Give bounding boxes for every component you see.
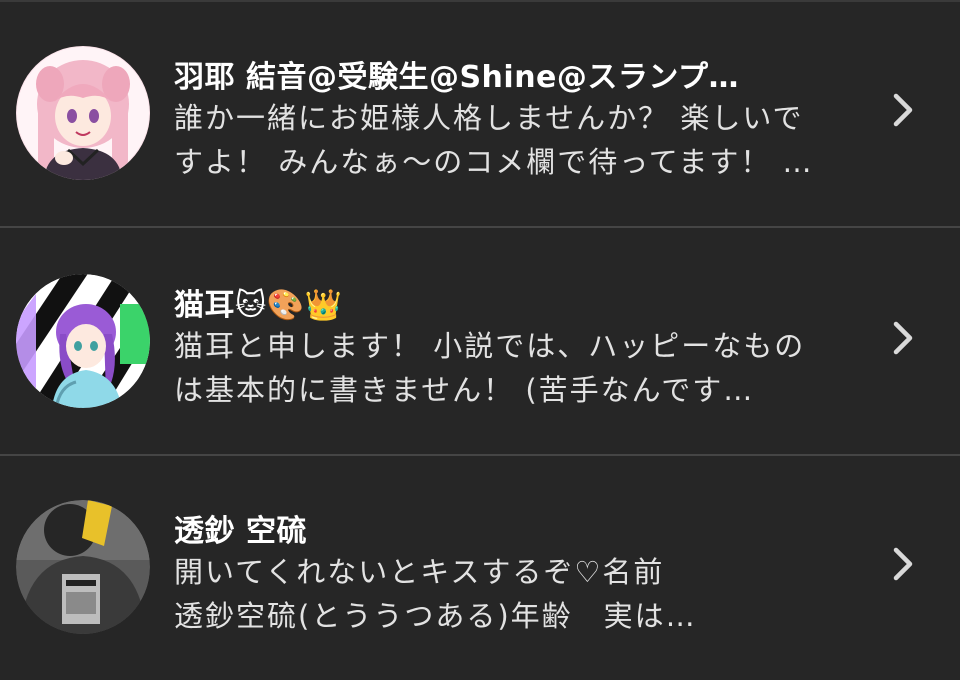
user-list-item[interactable]: 羽耶 結音@受験生@Shine@スランプ… 誰か一緒にお姫様人格しませんか？ 楽…	[0, 0, 960, 226]
user-list: 羽耶 結音@受験生@Shine@スランプ… 誰か一緒にお姫様人格しませんか？ 楽…	[0, 0, 960, 680]
avatar	[16, 46, 150, 180]
avatar	[16, 274, 150, 408]
user-description: 開いてくれないとキスするぞ♡名前 透鈔空硫(とううつある)年齢 実は…	[174, 555, 697, 633]
user-list-item[interactable]: 猫耳🐱🎨👑 猫耳と申します！ 小説では、ハッピーなもの は基本的に書きません！ …	[0, 228, 960, 454]
user-name: 透鈔 空硫	[174, 514, 307, 549]
user-name: 羽耶 結音@受験生@Shine@スランプ…	[174, 60, 739, 95]
chevron-right-icon	[888, 90, 918, 130]
user-description: 誰か一緒にお姫様人格しませんか？ 楽しいで すよ！ みんなぁ〜のコメ欄で待ってま…	[174, 101, 814, 179]
user-list-item[interactable]: 透鈔 空硫 開いてくれないとキスするぞ♡名前 透鈔空硫(とううつある)年齢 実は…	[0, 456, 960, 680]
avatar	[16, 500, 150, 634]
user-description: 猫耳と申します！ 小説では、ハッピーなもの は基本的に書きません！ (苦手なんで…	[174, 329, 806, 407]
user-name: 猫耳🐱🎨👑	[174, 288, 343, 323]
chevron-right-icon	[888, 318, 918, 358]
chevron-right-icon	[888, 544, 918, 584]
